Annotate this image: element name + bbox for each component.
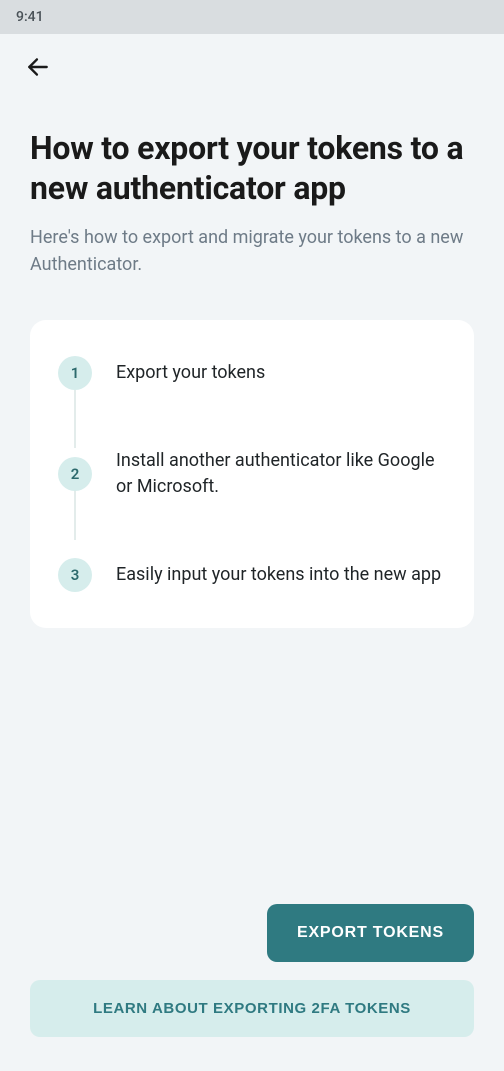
step-connector: [74, 390, 76, 448]
status-time: 9:41: [16, 9, 44, 25]
step-text: Easily input your tokens into the new ap…: [116, 562, 441, 588]
page-subtitle: Here's how to export and migrate your to…: [30, 224, 474, 278]
back-button[interactable]: [18, 47, 58, 87]
step-text: Install another authenticator like Googl…: [116, 448, 446, 500]
steps-list: 1 Export your tokens 2 Install another a…: [58, 356, 446, 592]
step-item: 1 Export your tokens: [58, 356, 446, 390]
steps-card: 1 Export your tokens 2 Install another a…: [30, 320, 474, 628]
step-text: Export your tokens: [116, 360, 265, 386]
step-item: 2 Install another authenticator like Goo…: [58, 448, 446, 500]
learn-more-button[interactable]: LEARN ABOUT EXPORTING 2FA TOKENS: [30, 980, 474, 1037]
export-tokens-button[interactable]: EXPORT TOKENS: [267, 904, 474, 962]
spacer: [30, 628, 474, 904]
step-number: 2: [58, 457, 92, 491]
arrow-left-icon: [25, 54, 51, 80]
actions: EXPORT TOKENS LEARN ABOUT EXPORTING 2FA …: [30, 904, 474, 1051]
status-bar: 9:41: [0, 0, 504, 34]
step-item: 3 Easily input your tokens into the new …: [58, 558, 446, 592]
step-number: 1: [58, 356, 92, 390]
header: [0, 34, 504, 100]
step-number: 3: [58, 558, 92, 592]
page-title: How to export your tokens to a new authe…: [30, 128, 474, 208]
content: How to export your tokens to a new authe…: [0, 100, 504, 1071]
